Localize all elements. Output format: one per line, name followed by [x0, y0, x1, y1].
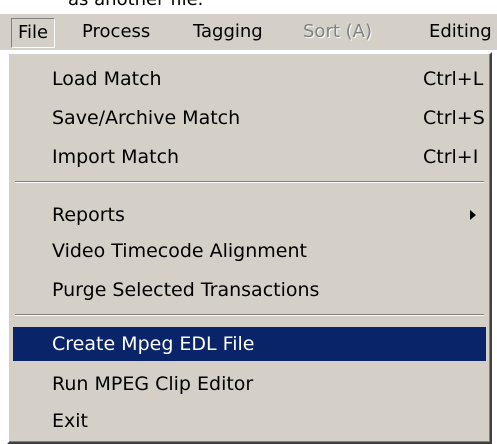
menu-item-load-match[interactable]: Load Match Ctrl+L [13, 62, 486, 96]
menu-bar: File Process Tagging Sort (A) Editing [0, 14, 497, 50]
submenu-arrow-icon [470, 210, 476, 220]
menu-sort[interactable]: Sort (A) [303, 14, 372, 50]
menu-item-label: Exit [52, 410, 88, 432]
menu-item-label: Import Match [52, 146, 180, 168]
menu-item-shortcut: Ctrl+I [423, 146, 479, 168]
menu-separator [15, 314, 484, 316]
menu-editing[interactable]: Editing [429, 14, 492, 50]
menu-file[interactable]: File [11, 18, 56, 48]
menu-item-label: Run MPEG Clip Editor [52, 373, 254, 395]
menu-item-shortcut: Ctrl+L [423, 68, 484, 90]
menu-tagging[interactable]: Tagging [193, 14, 263, 50]
menu-item-reports[interactable]: Reports [13, 198, 486, 232]
menu-item-label: Reports [52, 204, 125, 226]
background-document-text: as another file. [68, 0, 203, 10]
menu-item-exit[interactable]: Exit [13, 404, 486, 438]
menu-item-label: Purge Selected Transactions [52, 279, 320, 301]
menu-item-run-mpeg-clip-editor[interactable]: Run MPEG Clip Editor [13, 367, 486, 401]
menu-item-label: Load Match [52, 68, 162, 90]
menu-item-label: Create Mpeg EDL File [52, 333, 255, 355]
menu-item-video-timecode-alignment[interactable]: Video Timecode Alignment [13, 234, 486, 268]
menu-process[interactable]: Process [82, 14, 150, 50]
file-dropdown-menu: Load Match Ctrl+L Save/Archive Match Ctr… [7, 52, 492, 444]
menu-item-save-archive-match[interactable]: Save/Archive Match Ctrl+S [13, 101, 486, 135]
menu-item-label: Save/Archive Match [52, 107, 241, 129]
menu-item-purge-selected-transactions[interactable]: Purge Selected Transactions [13, 273, 486, 307]
menu-item-shortcut: Ctrl+S [423, 107, 485, 129]
menu-item-label: Video Timecode Alignment [52, 240, 307, 262]
menu-separator [15, 181, 484, 183]
menu-item-create-mpeg-edl-file[interactable]: Create Mpeg EDL File [13, 327, 486, 361]
menu-item-import-match[interactable]: Import Match Ctrl+I [13, 140, 486, 174]
